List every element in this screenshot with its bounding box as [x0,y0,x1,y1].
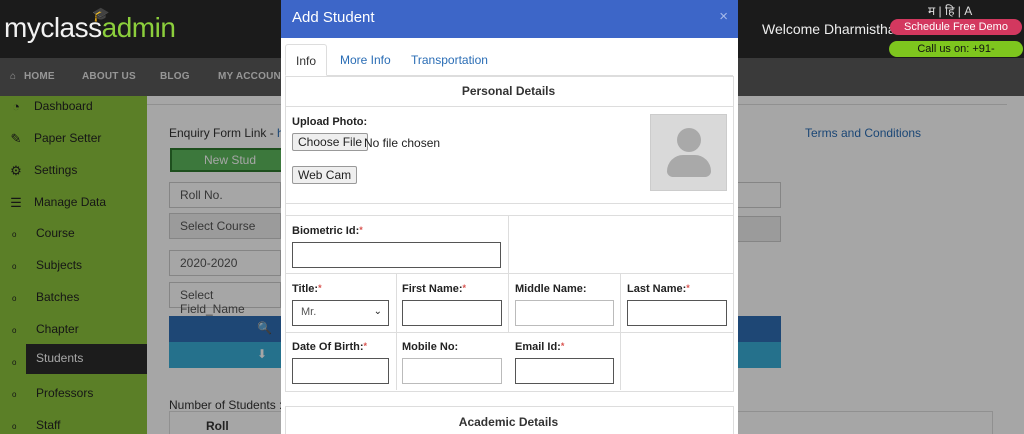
mobile-no-input[interactable] [402,358,502,384]
logo-text-admin: admin [101,12,176,43]
divider [285,203,734,204]
tab-more-info[interactable]: More Info [330,44,401,76]
language-switcher[interactable]: म | हि | A [928,2,972,19]
avatar-head-icon [677,128,701,152]
graduation-cap-icon: 🎓 [92,6,109,22]
modal-title: Add Student [292,9,375,26]
label-text: Email Id: [515,341,561,353]
required-mark: * [359,225,363,235]
biometric-id-label: Biometric Id:* [292,225,363,237]
required-mark: * [363,341,368,351]
mobile-no-label: Mobile No: [402,341,459,353]
dob-label: Date Of Birth:* [292,341,367,353]
schedule-demo-button[interactable]: Schedule Free Demo [890,19,1022,35]
divider [285,332,734,333]
modal-tabs: Info More Info Transportation [285,44,733,76]
label-text: Date Of Birth: [292,341,364,353]
call-us-button[interactable]: Call us on: +91-9503273330 [889,41,1023,71]
email-id-label: Email Id:* [515,341,564,353]
middle-name-label: Middle Name: [515,283,587,295]
personal-details-title: Personal Details [461,84,556,98]
chevron-down-icon: ⌄ [373,306,382,317]
required-mark: * [560,341,565,351]
academic-details-title: Academic Details [458,415,559,429]
required-mark: * [686,283,690,293]
divider [285,106,734,107]
add-student-modal: Add Student × Info More Info Transportat… [281,0,738,434]
last-name-label: Last Name:* [627,283,690,295]
label-text: First Name: [402,283,463,295]
middle-name-input[interactable] [515,300,614,326]
avatar-body-icon [667,155,711,177]
first-name-label: First Name:* [402,283,466,295]
logo[interactable]: myclassadmin 🎓 [4,6,176,44]
email-id-input[interactable] [515,358,614,384]
tab-info[interactable]: Info [285,44,328,76]
choose-file-button[interactable]: Choose File [292,133,369,151]
label-text: Title: [292,283,319,295]
required-mark: * [462,283,467,293]
title-label: Title:* [292,283,322,295]
upload-photo-label: Upload Photo: [292,116,368,128]
photo-preview [650,114,727,191]
title-select-value: Mr. [301,306,317,318]
biometric-id-input[interactable] [292,242,501,268]
close-icon[interactable]: × [719,8,728,25]
dob-input[interactable] [292,358,389,384]
label-text: Biometric Id: [292,225,360,237]
logo-text-my: myclass [4,12,102,43]
tab-transportation[interactable]: Transportation [401,44,498,76]
webcam-button[interactable]: Web Cam [292,166,358,184]
required-mark: * [318,283,322,293]
modal-header: Add Student × [281,0,738,38]
divider [285,273,734,274]
divider [285,215,734,216]
no-file-text: No file chosen [364,136,441,150]
last-name-input[interactable] [627,300,727,326]
welcome-text: Welcome Dharmistha [762,21,896,37]
first-name-input[interactable] [402,300,502,326]
label-text: Last Name: [627,283,687,295]
title-select[interactable]: Mr. ⌄ [292,300,389,326]
